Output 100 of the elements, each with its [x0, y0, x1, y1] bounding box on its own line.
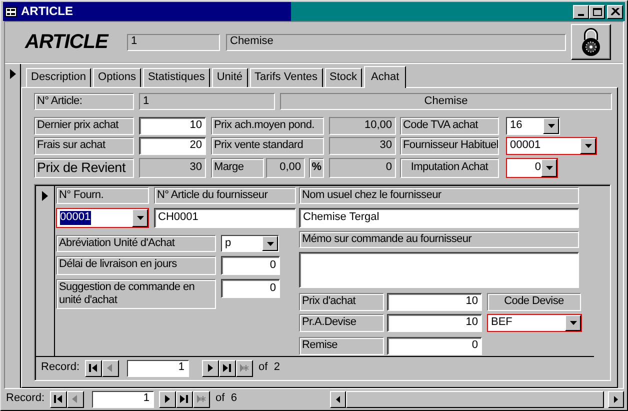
minimize-button[interactable] — [573, 4, 589, 18]
previous-record-icon — [70, 395, 80, 403]
scroll-left-button[interactable] — [330, 390, 346, 408]
field-label: N° Fourn. — [56, 187, 149, 204]
close-icon — [610, 8, 620, 16]
left-arrow-icon — [336, 396, 340, 402]
new-record-icon — [240, 364, 249, 372]
field-label: Code TVA achat — [400, 117, 499, 135]
input-field[interactable]: 0 — [221, 256, 280, 275]
record-label: Record: — [6, 392, 45, 406]
combo-box[interactable]: BEF — [487, 314, 582, 332]
combo-box[interactable]: 00001 — [506, 137, 597, 155]
input-field[interactable]: 10 — [387, 314, 482, 332]
dropdown-button[interactable] — [580, 138, 596, 154]
last-record-icon — [222, 364, 232, 372]
field-label: N° Article du fournisseur — [154, 187, 296, 204]
first-record-icon — [88, 364, 98, 372]
input-field[interactable]: 0 — [387, 337, 482, 355]
memo-field[interactable] — [299, 252, 579, 288]
tab[interactable]: Statistiques — [142, 68, 210, 87]
form-icon — [5, 6, 17, 16]
input-field[interactable]: 0 — [221, 279, 280, 298]
tab[interactable]: Achat — [364, 66, 406, 88]
readout-field: 30 — [139, 158, 206, 178]
dropdown-button[interactable] — [543, 118, 559, 134]
last-record-button[interactable] — [176, 390, 193, 408]
next-record-icon — [206, 364, 215, 372]
record-number-field[interactable]: 1 — [92, 390, 154, 408]
field-label: Marge — [211, 158, 264, 178]
readout-field: 0 — [329, 158, 396, 178]
tab[interactable]: Tarifs Ventes — [250, 68, 322, 87]
caret-icon — [548, 124, 554, 128]
record-count: of 2 — [258, 361, 280, 375]
combo-box[interactable]: 0 — [506, 158, 558, 178]
maximize-icon — [592, 8, 602, 16]
readout-field: 0,00 — [266, 158, 305, 178]
field-label: Dernier prix achat — [34, 117, 134, 135]
combo-box[interactable]: 16 — [506, 117, 560, 135]
field-label: Pr.A.Devise — [299, 314, 384, 332]
field-label: Prix ach.moyen pond. — [211, 117, 324, 135]
first-record-button[interactable] — [84, 360, 102, 376]
input-field[interactable]: CH0001 — [154, 208, 296, 228]
dropdown-button[interactable] — [565, 315, 581, 331]
previous-record-icon — [106, 364, 115, 372]
next-record-button[interactable] — [202, 360, 219, 376]
scroll-right-button[interactable] — [608, 390, 624, 408]
tab[interactable]: Unité — [212, 68, 248, 87]
close-button[interactable] — [607, 4, 623, 18]
field-label: Nom usuel chez le fournisseur — [299, 187, 579, 204]
input-field[interactable]: 20 — [139, 137, 206, 155]
readout-field: 30 — [329, 137, 396, 155]
dropdown-button[interactable] — [132, 209, 148, 227]
next-record-button[interactable] — [158, 390, 176, 408]
readout-field: Chemise — [226, 34, 566, 50]
dropdown-button[interactable] — [262, 236, 278, 251]
form-heading: ARTICLE — [25, 30, 110, 54]
field-label: Imputation Achat — [400, 158, 499, 178]
tab[interactable]: Options — [93, 68, 141, 87]
lock-button[interactable] — [571, 24, 611, 60]
field-label: Prix vente standard — [211, 137, 324, 155]
caret-icon — [570, 321, 576, 325]
field-label: Abréviation Unité d'Achat — [56, 235, 216, 252]
record-number-field[interactable]: 1 — [126, 360, 189, 376]
caret-icon — [546, 166, 552, 170]
caret-icon — [266, 242, 274, 246]
first-record-button[interactable] — [50, 390, 67, 408]
readout-field: 1 — [139, 93, 275, 110]
input-field[interactable]: 10 — [387, 293, 482, 311]
last-record-icon — [180, 395, 189, 403]
padlock-icon — [580, 27, 602, 57]
field-label: Code Devise — [487, 293, 581, 311]
combo-box[interactable]: p — [221, 235, 279, 252]
maximize-button[interactable] — [589, 4, 605, 18]
right-arrow-icon — [614, 396, 618, 402]
field-label: Prix d'achat — [299, 293, 384, 311]
record-label: Record: — [41, 361, 80, 375]
next-record-icon — [162, 395, 172, 403]
caret-icon — [584, 144, 592, 148]
minimize-icon — [578, 14, 584, 16]
field-label: N° Article: — [34, 93, 134, 110]
field-label: Fournisseur Habituel — [400, 137, 499, 155]
field-label: Prix de Revient — [34, 158, 134, 178]
field-label: Délai de livraison en jours — [56, 256, 216, 275]
new-record-icon — [196, 395, 206, 403]
caret-icon — [136, 216, 144, 220]
combo-box[interactable]: 00001 — [56, 208, 149, 228]
field-label: % — [309, 158, 324, 178]
field-label: Mémo sur commande au fournisseur — [299, 231, 579, 248]
input-field[interactable]: 10 — [139, 117, 206, 135]
input-field[interactable]: Chemise Tergal — [299, 208, 579, 228]
record-selector-icon — [10, 69, 16, 79]
field-label: Suggestion de commande en unité d'achat — [56, 279, 216, 309]
first-record-icon — [54, 395, 63, 403]
last-record-button[interactable] — [218, 360, 236, 376]
dropdown-button[interactable] — [541, 159, 557, 177]
readout-field: 1 — [127, 34, 220, 50]
record-count: of 6 — [216, 392, 237, 406]
tab[interactable]: Stock — [324, 68, 362, 87]
field-label: Remise — [299, 337, 384, 355]
tab[interactable]: Description — [26, 68, 92, 87]
